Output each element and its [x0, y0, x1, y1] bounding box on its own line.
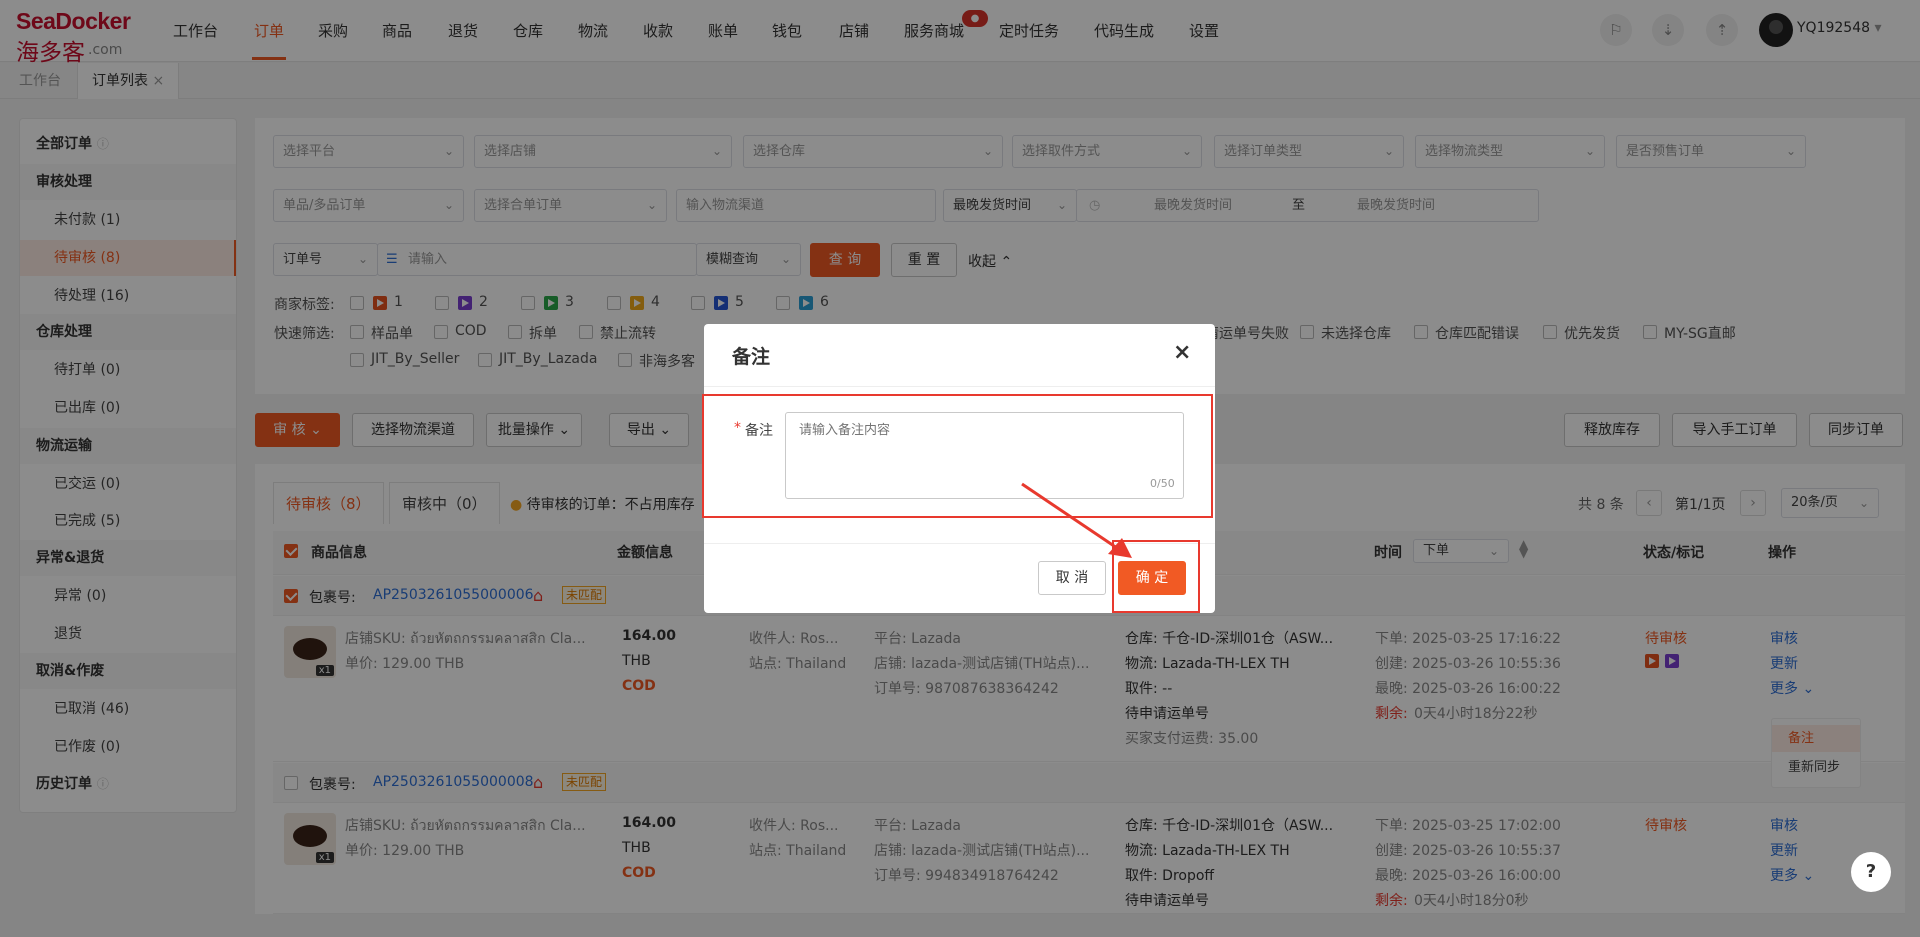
modal-title: 备注 [732, 346, 771, 368]
arrow-icon [1021, 482, 1132, 558]
help-button[interactable]: ? [1851, 852, 1891, 892]
close-icon[interactable]: × [1173, 340, 1191, 365]
divider [704, 386, 1215, 387]
